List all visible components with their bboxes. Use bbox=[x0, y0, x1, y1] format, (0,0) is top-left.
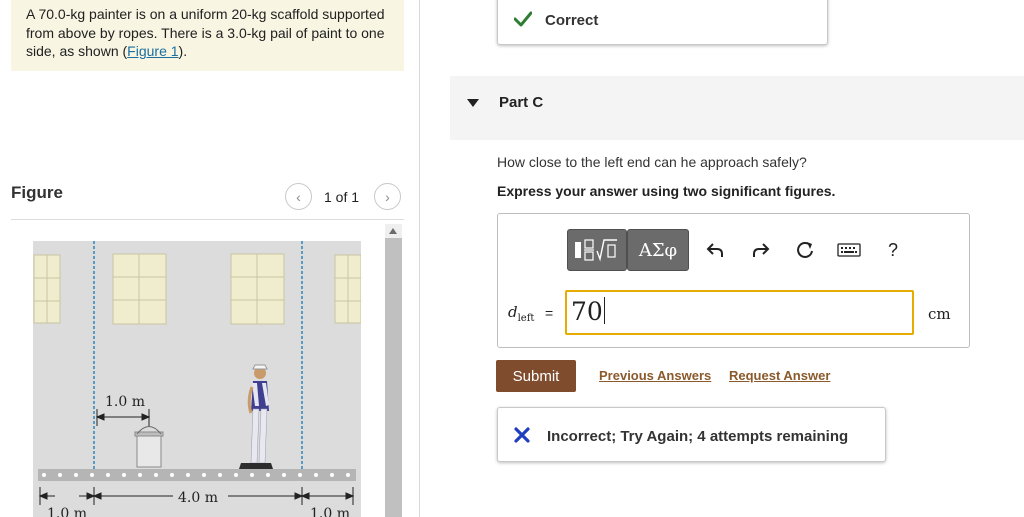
scaffold-plank bbox=[38, 469, 356, 481]
templates-icon bbox=[575, 239, 617, 262]
window-2 bbox=[112, 253, 167, 325]
answer-unit: cm bbox=[928, 305, 951, 323]
submit-button[interactable]: Submit bbox=[496, 360, 576, 392]
variable-subscript: left bbox=[517, 313, 535, 324]
part-label: Part C bbox=[499, 94, 544, 111]
window-1 bbox=[33, 254, 61, 324]
answer-input[interactable]: 70 bbox=[565, 290, 914, 335]
part-header[interactable]: Part C bbox=[450, 76, 1024, 140]
previous-answers-link[interactable]: Previous Answers bbox=[599, 368, 711, 383]
label-left-overhang: 1.0 m bbox=[47, 506, 87, 517]
label-span: 4.0 m bbox=[178, 490, 218, 506]
figure-pager: ‹ 1 of 1 › bbox=[285, 183, 403, 210]
pager-text: 1 of 1 bbox=[324, 189, 360, 205]
feedback-text: Incorrect; Try Again; 4 attempts remaini… bbox=[547, 428, 849, 445]
figure-image: 1.0 m 4.0 m 1.0 m 1.0 m bbox=[33, 241, 361, 517]
checkmark-icon bbox=[514, 11, 532, 27]
reset-button[interactable] bbox=[794, 239, 816, 261]
column-divider bbox=[419, 0, 420, 517]
symbols-button[interactable]: ΑΣφ bbox=[627, 229, 689, 271]
problem-text-before: A 70.0-kg painter is on a uniform 20-kg … bbox=[26, 6, 385, 59]
paint-pail bbox=[134, 426, 164, 468]
text-cursor bbox=[603, 297, 605, 324]
window-3 bbox=[230, 253, 285, 325]
equals-sign: = bbox=[545, 305, 554, 321]
next-figure-button[interactable]: › bbox=[374, 183, 401, 210]
window-4 bbox=[334, 254, 361, 324]
keyboard-icon bbox=[837, 243, 861, 257]
variable-symbol: d bbox=[508, 303, 518, 321]
request-answer-link[interactable]: Request Answer bbox=[729, 368, 830, 383]
undo-icon bbox=[706, 243, 723, 257]
figure-scrollbar[interactable] bbox=[385, 224, 402, 517]
cross-icon bbox=[514, 427, 530, 443]
keyboard-button[interactable] bbox=[836, 239, 862, 261]
label-pail-offset: 1.0 m bbox=[105, 394, 145, 410]
collapse-caret-icon[interactable] bbox=[467, 99, 479, 107]
help-button[interactable]: ? bbox=[882, 239, 904, 261]
scrollbar-thumb[interactable] bbox=[385, 238, 402, 517]
previous-figure-button[interactable]: ‹ bbox=[285, 183, 312, 210]
problem-text-after: ). bbox=[178, 43, 188, 59]
redo-icon bbox=[753, 243, 770, 257]
answer-entry-box: ΑΣφ ? dleft = 70 cm bbox=[497, 213, 970, 348]
figure-title: Figure bbox=[11, 183, 63, 202]
figure-link[interactable]: Figure 1 bbox=[127, 43, 178, 59]
answer-instruction: Express your answer using two significan… bbox=[497, 183, 836, 199]
templates-button[interactable] bbox=[567, 229, 627, 271]
question-text: How close to the left end can he approac… bbox=[497, 154, 807, 170]
chevron-left-icon: ‹ bbox=[296, 188, 301, 205]
previous-part-result: Correct bbox=[497, 0, 828, 45]
variable-label: dleft bbox=[508, 303, 534, 324]
answer-value: 70 bbox=[571, 297, 603, 326]
undo-button[interactable] bbox=[704, 239, 726, 261]
redo-button[interactable] bbox=[750, 239, 772, 261]
chevron-right-icon: › bbox=[385, 188, 390, 205]
scroll-up-icon[interactable] bbox=[389, 228, 397, 234]
reset-icon bbox=[797, 242, 813, 258]
feedback-box: Incorrect; Try Again; 4 attempts remaini… bbox=[497, 407, 886, 462]
correct-status: Correct bbox=[545, 12, 599, 29]
figure-divider bbox=[11, 219, 404, 220]
problem-statement: A 70.0-kg painter is on a uniform 20-kg … bbox=[11, 0, 404, 71]
label-right-overhang: 1.0 m bbox=[310, 506, 350, 517]
